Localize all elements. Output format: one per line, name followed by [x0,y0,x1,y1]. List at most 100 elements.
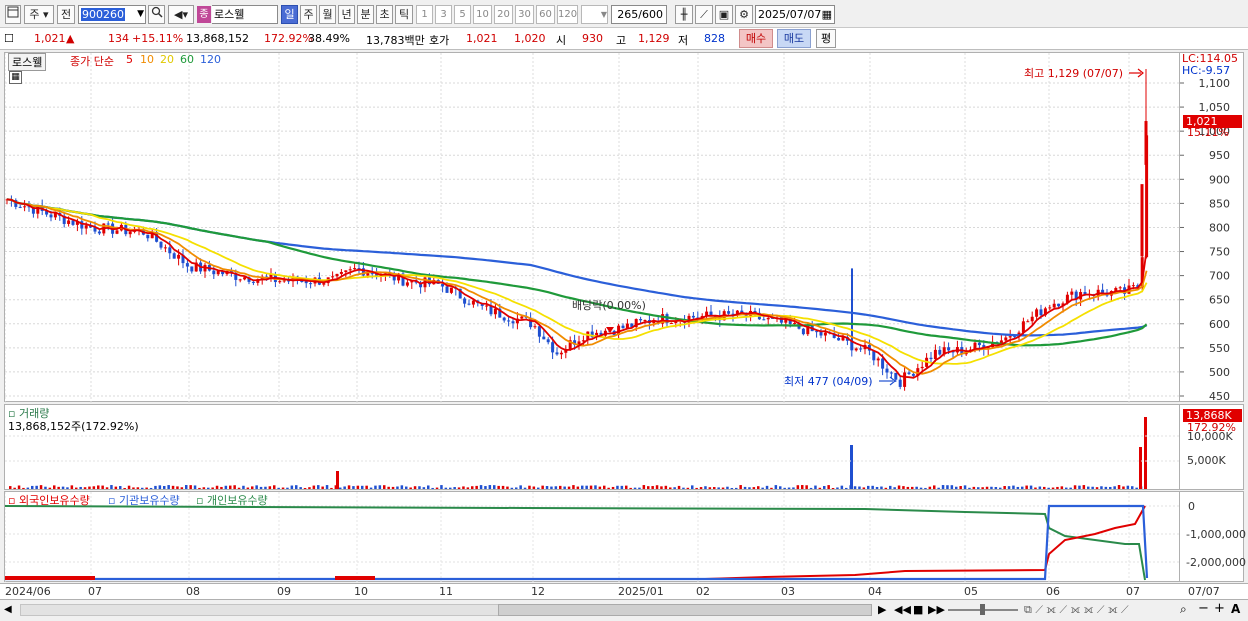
period-year[interactable]: 년 [338,5,355,24]
volume-value: 13,868,152 [186,32,249,45]
scroll-left-icon[interactable]: ◀ [4,603,18,617]
volume-bar [598,486,602,489]
interval-5[interactable]: 5 [454,5,471,24]
stock-tag[interactable]: 로스웰 [8,53,47,71]
volume-bar [933,485,936,489]
prev-button[interactable]: 전 [57,5,75,24]
search-icon[interactable] [148,5,165,24]
volume-chart[interactable] [5,405,1181,491]
interval-1[interactable]: 1 [416,5,433,24]
volume-bar [171,485,175,489]
interval-10[interactable]: 10 [473,5,492,24]
stock-name-field[interactable]: 로스웰 [212,5,278,24]
ma10-label[interactable]: 10 [140,53,154,66]
draw-line-icon[interactable]: ⟋ [695,5,713,24]
zoom-in-icon[interactable]: + [1214,601,1225,616]
stop-icon[interactable]: ■ [913,603,923,616]
avg-button[interactable]: 평 [816,29,836,48]
layout-icon[interactable] [5,5,21,24]
holding-band-mid [335,576,375,580]
interval-3[interactable]: 3 [435,5,452,24]
last-page-icon[interactable]: ▶▶ [928,603,945,616]
period-week[interactable]: 주 [300,5,317,24]
volume-bar [493,485,496,489]
volume-bar [26,487,30,489]
volume-bar [343,486,346,489]
sell-button[interactable]: 매도 [777,29,811,48]
price-chart[interactable] [5,53,1181,403]
volume-bar [57,486,60,489]
price-tick-label: 500 [1209,366,1230,379]
candle-body [1131,285,1135,287]
market-select[interactable]: 주 ▾ [24,5,54,24]
volume-bar [1122,486,1125,489]
candle-body [898,379,902,387]
calendar-icon[interactable]: ▦ [822,6,832,23]
candle-body [1008,336,1012,338]
font-size-icon[interactable]: A [1231,602,1240,616]
volume-bar [405,486,408,489]
ma20-label[interactable]: 20 [160,53,174,66]
save-icon[interactable]: ▣ [715,5,733,24]
tool-icons[interactable]: ⧉ ⟋ ⟗ ⟋ ⟗ ⟗ ⟋ ⟗ ⟋ [1024,603,1129,617]
volume-bar [629,487,632,489]
candle-body [212,270,216,275]
candle-icon[interactable]: ╫ [675,5,693,24]
count-value: 265 [617,8,639,21]
volume-bar [968,487,971,489]
candle-body [507,320,511,322]
institution-holding-label[interactable]: ▫ 기관보유수량 [108,492,180,508]
holdings-chart[interactable] [5,492,1181,583]
volume-bar [515,487,518,489]
interval-30[interactable]: 30 [515,5,534,24]
buy-button[interactable]: 매수 [739,29,773,48]
interval-120[interactable]: 120 [557,5,578,24]
ma5-label[interactable]: 5 [126,53,133,66]
foreign-holding-label[interactable]: ▫ 외국인보유수량 [8,492,90,508]
period-minute[interactable]: 분 [357,5,374,24]
gear-icon[interactable]: ⚙ [735,5,753,24]
count-field[interactable]: 265/600 [611,5,667,24]
volume-bar [158,485,162,489]
volume-bar [616,485,619,489]
zoom-slider-handle[interactable] [980,604,985,615]
volume-bar [651,486,654,489]
speaker-icon[interactable]: ◀▾ [168,5,194,24]
volume-bar [897,485,901,489]
candle-body [1004,337,1008,341]
chevron-down-icon[interactable]: ▼ [137,6,144,23]
period-second[interactable]: 초 [376,5,393,24]
table-icon[interactable]: ▦ [9,71,22,84]
individual-holding-label[interactable]: ▫ 개인보유수량 [196,492,268,508]
volume-bar [774,485,778,489]
period-month[interactable]: 월 [319,5,336,24]
interval-select[interactable]: ▼ [581,5,608,24]
date-field[interactable]: 2025/07/07 ▦ [755,5,835,24]
stock-code-input[interactable]: 900260 ▼ [78,5,146,24]
volume-bar [35,485,38,489]
candle-body [551,342,555,353]
ma120-label[interactable]: 120 [200,53,221,66]
volume-bar [814,485,817,489]
volume-bar [1091,486,1094,489]
scroll-right-icon[interactable]: ▶ [878,603,886,616]
checkbox-icon[interactable]: ☐ [4,32,14,45]
volume-bar [541,485,544,489]
ma60-label[interactable]: 60 [180,53,194,66]
volume-bar [383,485,386,489]
interval-20[interactable]: 20 [494,5,513,24]
period-day[interactable]: 일 [281,5,298,24]
volume-bar [1117,485,1121,489]
first-page-icon[interactable]: ◀◀ [894,603,911,616]
candle-body [344,270,348,272]
interval-60[interactable]: 60 [536,5,555,24]
zoom-search-icon[interactable]: ⌕ [1180,602,1187,617]
zoom-out-icon[interactable]: − [1198,601,1209,616]
x-label-05: 05 [964,585,978,598]
volume-bar [633,487,637,489]
candle-body [467,303,471,305]
volume-bar [132,487,135,489]
scroll-thumb[interactable] [498,604,872,616]
candle-body [793,322,797,324]
period-tick[interactable]: 틱 [395,5,413,24]
